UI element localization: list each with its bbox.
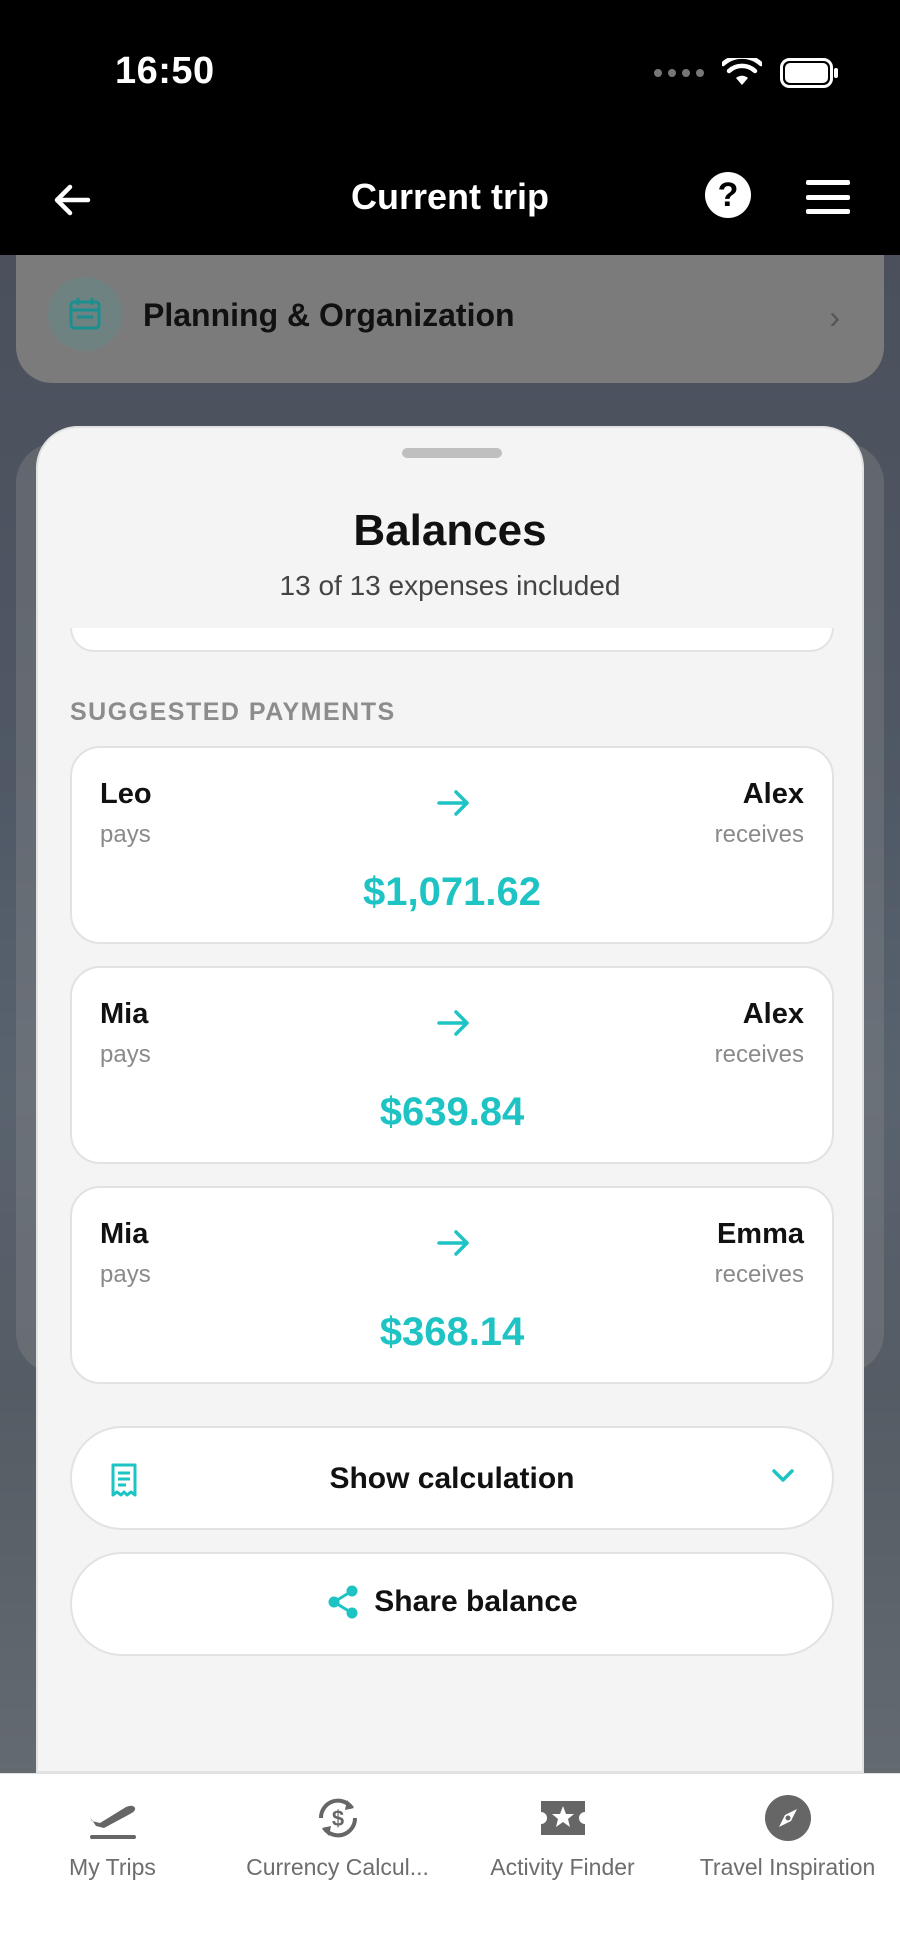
- receiver-role: receives: [714, 1041, 804, 1068]
- svg-text:$: $: [331, 1806, 343, 1831]
- section-heading: SUGGESTED PAYMENTS: [70, 698, 396, 726]
- star-ticket-icon: [533, 1788, 593, 1848]
- tab-currency-calculator[interactable]: $ Currency Calcul...: [225, 1788, 450, 1881]
- payer-name: Leo: [100, 778, 152, 810]
- payment-amount: $368.14: [379, 1310, 525, 1354]
- arrow-right-icon: [437, 1010, 469, 1036]
- status-icons: [654, 58, 840, 88]
- payer-role: pays: [100, 1041, 151, 1068]
- planning-organization-row[interactable]: Planning & Organization ›: [16, 255, 884, 383]
- tab-label: Currency Calcul...: [246, 1854, 429, 1880]
- payer-role: pays: [100, 1261, 151, 1288]
- payment-amount: $639.84: [379, 1090, 525, 1134]
- wifi-icon: [722, 58, 762, 85]
- tab-label: Travel Inspiration: [699, 1854, 876, 1880]
- tab-activity-finder[interactable]: Activity Finder: [450, 1788, 675, 1881]
- currency-exchange-icon: $: [308, 1788, 368, 1848]
- payment-card[interactable]: Mia pays Emma receives $368.14: [70, 1186, 834, 1384]
- chevron-down-icon: [772, 1469, 794, 1482]
- sheet-drag-handle[interactable]: [402, 448, 502, 458]
- show-calculation-button[interactable]: Show calculation: [70, 1426, 834, 1530]
- payer-role: pays: [100, 821, 151, 848]
- payer-name: Mia: [100, 1218, 149, 1250]
- cellular-signal-icon: [654, 69, 704, 77]
- balances-sheet: Balances 13 of 13 expenses included SUGG…: [36, 426, 864, 1773]
- status-bar: 16:50: [0, 0, 900, 150]
- navigation-bar: Current trip ?: [0, 150, 900, 255]
- receiver-role: receives: [714, 821, 804, 848]
- share-balance-button[interactable]: Share balance: [70, 1552, 834, 1656]
- help-icon[interactable]: ?: [705, 172, 751, 218]
- receiver-name: Emma: [716, 1218, 804, 1250]
- calendar-icon: [48, 277, 122, 351]
- share-balance-label: Share balance: [374, 1585, 578, 1618]
- arrow-right-icon: [437, 790, 469, 816]
- tab-bar: My Trips $ Currency Calcul... Activity F…: [0, 1773, 900, 1957]
- airplane-takeoff-icon: [83, 1788, 143, 1848]
- battery-icon: [780, 58, 838, 88]
- tab-my-trips[interactable]: My Trips: [0, 1788, 225, 1881]
- payment-card[interactable]: Leo pays Alex receives $1,071.62: [70, 746, 834, 944]
- payment-card[interactable]: Mia pays Alex receives $639.84: [70, 966, 834, 1164]
- chevron-right-icon: ›: [829, 299, 840, 335]
- compass-icon: [758, 1788, 818, 1848]
- sheet-subtitle: 13 of 13 expenses included: [279, 570, 621, 601]
- tab-label: Activity Finder: [490, 1854, 635, 1880]
- show-calculation-label: Show calculation: [329, 1462, 575, 1495]
- arrow-right-icon: [437, 1230, 469, 1256]
- share-icon: [328, 1585, 358, 1619]
- tab-travel-inspiration[interactable]: Travel Inspiration: [675, 1788, 900, 1881]
- page-title: Current trip: [351, 176, 549, 217]
- scrolled-card-edge: [70, 628, 834, 652]
- payer-name: Mia: [100, 998, 149, 1030]
- status-time: 16:50: [115, 50, 215, 92]
- tab-label: My Trips: [69, 1854, 156, 1880]
- receiver-name: Alex: [742, 998, 804, 1030]
- receiver-role: receives: [714, 1261, 804, 1288]
- sheet-title: Balances: [353, 506, 547, 555]
- menu-icon[interactable]: [806, 180, 850, 214]
- planning-label: Planning & Organization: [143, 297, 515, 333]
- receiver-name: Alex: [742, 778, 804, 810]
- payment-amount: $1,071.62: [363, 870, 541, 914]
